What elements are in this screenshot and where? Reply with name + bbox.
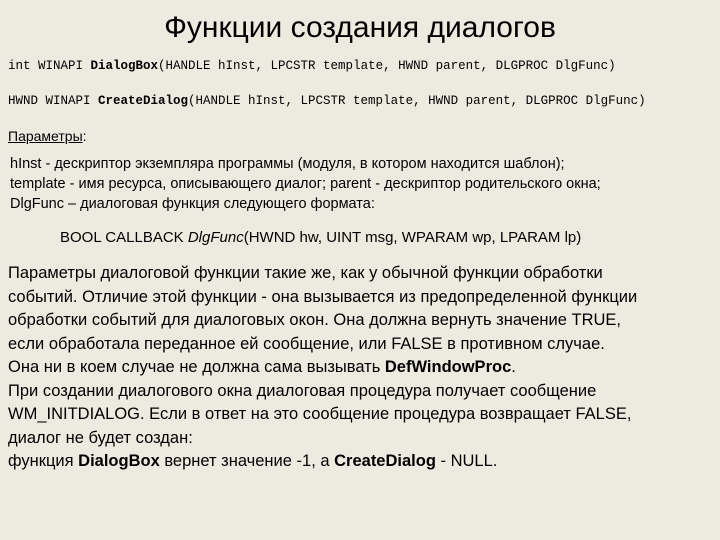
callback-function-name: DlgFunc [187, 229, 244, 246]
function-signatures: int WINAPI DialogBox(HANDLE hInst, LPCST… [0, 58, 720, 110]
signature-createdialog: HWND WINAPI CreateDialog(HANDLE hInst, L… [8, 93, 710, 110]
body-line-5-post: . [511, 358, 516, 376]
parameters-heading-colon: : [82, 128, 87, 144]
body-line-9-pre: функция [8, 452, 79, 470]
parameter-line-dlgfunc: DlgFunc – диалоговая функция следующего … [10, 196, 375, 212]
body-line-1: Параметры диалоговой функции такие же, к… [8, 264, 603, 282]
body-line-5-pre: Она ни в коем случае не должна сама вызы… [8, 358, 385, 376]
body-line-7: WM_INITDIALOG. Если в ответ на это сообщ… [8, 405, 632, 423]
signature-createdialog-name: CreateDialog [98, 94, 189, 108]
parameter-description-list: hInst - дескриптор экземпляра программы … [0, 154, 720, 214]
body-line-3: обработки событий для диалоговых окон. О… [8, 311, 622, 329]
body-line-9-mid: вернет значение -1, а [159, 452, 335, 470]
signature-dialogbox-prefix: int WINAPI [8, 59, 91, 73]
createdialog-keyword: CreateDialog [334, 452, 436, 470]
signature-dialogbox-name: DialogBox [90, 59, 159, 73]
signature-dialogbox-args: (HANDLE hInst, LPCSTR template, HWND par… [158, 59, 616, 73]
signature-createdialog-prefix: HWND WINAPI [8, 94, 99, 108]
parameter-line-template: template - имя ресурса, описывающего диа… [10, 176, 601, 192]
body-line-5: Она ни в коем случае не должна сама вызы… [8, 356, 712, 380]
parameters-heading: Параметры: [0, 128, 720, 144]
body-line-9: функция DialogBox вернет значение -1, а … [8, 450, 712, 474]
body-line-6: При создании диалогового окна диалоговая… [8, 381, 597, 400]
body-line-8: диалог не будет создан: [8, 428, 193, 447]
callback-args: (HWND hw, UINT msg, WPARAM wp, LPARAM lp… [243, 229, 582, 246]
body-line-4: если обработала переданное ей сообщение,… [8, 334, 605, 353]
body-line-2: событий. Отличие этой функции - она вызы… [8, 287, 638, 306]
signature-dialogbox: int WINAPI DialogBox(HANDLE hInst, LPCST… [8, 58, 710, 75]
callback-prototype: BOOL CALLBACK DlgFunc(HWND hw, UINT msg,… [0, 228, 720, 248]
defwindowproc-keyword: DefWindowProc [384, 358, 512, 376]
signature-createdialog-args: (HANDLE hInst, LPCSTR template, HWND par… [188, 94, 646, 108]
parameter-line-hinst: hInst - дескриптор экземпляра программы … [10, 156, 565, 172]
slide-title: Функции создания диалогов [164, 11, 556, 44]
callback-prefix: BOOL CALLBACK [60, 229, 188, 246]
body-line-9-post: - NULL. [435, 452, 498, 470]
dialogbox-keyword: DialogBox [78, 452, 160, 470]
body-paragraph: Параметры диалоговой функции такие же, к… [0, 262, 720, 474]
parameters-heading-label: Параметры [8, 128, 83, 144]
slide-canvas: Функции создания диалогов int WINAPI Dia… [0, 0, 720, 540]
